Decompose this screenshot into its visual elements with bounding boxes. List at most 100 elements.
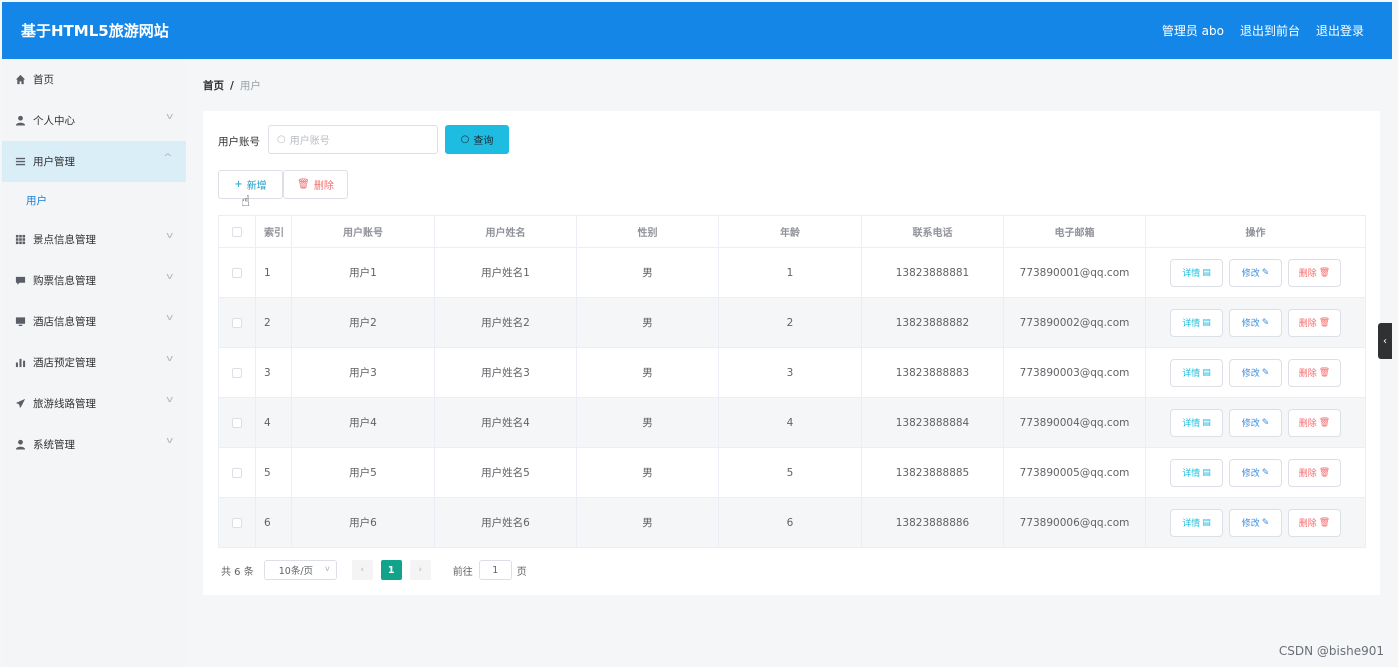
admin-user-label[interactable]: 管理员 abo — [1162, 22, 1224, 39]
row-delete-button[interactable]: 删除 🗑 — [1288, 408, 1341, 437]
sidebar-subitem-users[interactable]: 用户 — [2, 183, 186, 217]
page-number-current[interactable]: 1 — [380, 560, 402, 580]
detail-button[interactable]: 详情 ▤ — [1170, 458, 1223, 487]
cell-name: 用户姓名2 — [434, 298, 576, 347]
chevron-down-icon: v — [165, 436, 173, 446]
edit-button[interactable]: 修改 ✎ — [1229, 258, 1282, 287]
breadcrumb-home[interactable]: 首页 — [203, 80, 224, 92]
cell-index: 1 — [255, 248, 291, 297]
cell-index: 4 — [255, 398, 291, 447]
pencil-icon: ✎ — [1261, 517, 1270, 528]
row-checkbox-cell[interactable] — [218, 298, 255, 347]
cell-age: 1 — [718, 248, 861, 297]
select-all-checkbox-cell[interactable] — [218, 216, 255, 247]
row-delete-button[interactable]: 删除 🗑 — [1288, 358, 1341, 387]
detail-button[interactable]: 详情 ▤ — [1170, 358, 1223, 387]
table-header-row: 索引 用户账号 用户姓名 性别 年龄 联系电话 电子邮箱 操作 — [218, 215, 1366, 248]
cell-account: 用户6 — [291, 498, 434, 547]
sidebar-item-label: 购票信息管理 — [33, 275, 96, 287]
edit-button[interactable]: 修改 ✎ — [1229, 358, 1282, 387]
edit-button[interactable]: 修改 ✎ — [1229, 308, 1282, 337]
sidebar-item-system[interactable]: 系统管理 v — [2, 424, 186, 465]
sidebar-item-user-management[interactable]: 用户管理 ^ — [2, 141, 186, 182]
sidebar-item-tickets[interactable]: 购票信息管理 v — [2, 260, 186, 301]
goto-page-input[interactable]: 1 — [478, 560, 512, 580]
cell-index: 3 — [255, 348, 291, 397]
row-checkbox[interactable] — [232, 267, 242, 278]
add-button[interactable]: + 新增 — [218, 170, 283, 199]
breadcrumb-separator: / — [230, 80, 234, 92]
select-all-checkbox[interactable] — [232, 226, 242, 237]
row-checkbox-cell[interactable] — [218, 348, 255, 397]
prev-page-button[interactable]: ‹ — [351, 560, 373, 580]
trash-icon: 🗑 — [1318, 317, 1331, 328]
sidebar-item-bookings[interactable]: 酒店预定管理 v — [2, 342, 186, 383]
delete-button[interactable]: 🗑 删除 — [283, 170, 348, 199]
detail-button[interactable]: 详情 ▤ — [1170, 408, 1223, 437]
row-checkbox-cell[interactable] — [218, 498, 255, 547]
content-panel: 用户账号 ○ 用户账号 ○ 查询 + 新增 🗑 删除 ☝ 索引 用户账号 用户姓… — [203, 111, 1380, 595]
cell-actions: 详情 ▤ 修改 ✎ 删除 🗑 — [1145, 498, 1366, 547]
row-delete-button[interactable]: 删除 🗑 — [1288, 308, 1341, 337]
row-delete-button[interactable]: 删除 🗑 — [1288, 458, 1341, 487]
detail-button[interactable]: 详情 ▤ — [1170, 508, 1223, 537]
logout-link[interactable]: 退出登录 — [1316, 22, 1364, 39]
cell-email: 773890003@qq.com — [1003, 348, 1145, 397]
trash-icon: 🗑 — [1318, 417, 1331, 428]
next-page-button[interactable]: › — [409, 560, 431, 580]
column-header: 性别 — [576, 216, 718, 247]
row-checkbox-cell[interactable] — [218, 448, 255, 497]
sidebar-item-hotels[interactable]: 酒店信息管理 v — [2, 301, 186, 342]
sidebar-item-home[interactable]: 首页 — [2, 59, 186, 100]
cell-email: 773890004@qq.com — [1003, 398, 1145, 447]
table-row: 3 用户3 用户姓名3 男 3 13823888883 773890003@qq… — [218, 348, 1366, 398]
sidebar-item-routes[interactable]: 旅游线路管理 v — [2, 383, 186, 424]
cell-email: 773890006@qq.com — [1003, 498, 1145, 547]
row-checkbox-cell[interactable] — [218, 398, 255, 447]
cell-account: 用户5 — [291, 448, 434, 497]
collapse-toggle-button[interactable]: ‹ — [1378, 323, 1392, 359]
sidebar-item-scenic[interactable]: 景点信息管理 v — [2, 219, 186, 260]
row-checkbox[interactable] — [232, 517, 242, 528]
row-checkbox[interactable] — [232, 467, 242, 478]
cell-account: 用户3 — [291, 348, 434, 397]
page-size-select[interactable]: 10条/页 v — [263, 560, 337, 580]
sidebar: 首页 个人中心 v 用户管理 ^ 用户 景点信息管理 v 购票信息管理 v 酒店… — [2, 59, 186, 667]
sidebar-item-label: 个人中心 — [33, 115, 75, 127]
edit-button[interactable]: 修改 ✎ — [1229, 408, 1282, 437]
plus-icon: + — [234, 179, 243, 190]
hand-cursor-icon: ☝ — [241, 192, 251, 210]
row-checkbox[interactable] — [232, 417, 242, 428]
row-delete-button-label: 删除 — [1298, 319, 1317, 329]
row-delete-button[interactable]: 删除 🗑 — [1288, 508, 1341, 537]
sidebar-item-label: 首页 — [33, 74, 54, 86]
search-input[interactable]: ○ 用户账号 — [268, 125, 438, 154]
users-table: 索引 用户账号 用户姓名 性别 年龄 联系电话 电子邮箱 操作 1 用户1 用户… — [218, 215, 1366, 548]
back-to-frontend-link[interactable]: 退出到前台 — [1240, 22, 1300, 39]
document-icon: ▤ — [1202, 267, 1211, 278]
edit-button[interactable]: 修改 ✎ — [1229, 508, 1282, 537]
row-checkbox-cell[interactable] — [218, 248, 255, 297]
query-button[interactable]: ○ 查询 — [445, 125, 509, 154]
cell-email: 773890001@qq.com — [1003, 248, 1145, 297]
table-row: 6 用户6 用户姓名6 男 6 13823888886 773890006@qq… — [218, 498, 1366, 548]
page-size-value: 10条/页 — [278, 566, 314, 577]
cell-age: 4 — [718, 398, 861, 447]
detail-button-label: 详情 — [1182, 319, 1201, 329]
user-icon — [14, 115, 26, 126]
goto-label: 前往 — [452, 566, 473, 578]
row-checkbox[interactable] — [232, 367, 242, 378]
detail-button-label: 详情 — [1182, 369, 1201, 379]
trash-icon: 🗑 — [1318, 267, 1331, 278]
table-row: 5 用户5 用户姓名5 男 5 13823888885 773890005@qq… — [218, 448, 1366, 498]
search-icon: ○ — [460, 134, 470, 145]
row-checkbox[interactable] — [232, 317, 242, 328]
sidebar-item-profile[interactable]: 个人中心 v — [2, 100, 186, 141]
cell-name: 用户姓名5 — [434, 448, 576, 497]
edit-button[interactable]: 修改 ✎ — [1229, 458, 1282, 487]
detail-button[interactable]: 详情 ▤ — [1170, 308, 1223, 337]
row-delete-button[interactable]: 删除 🗑 — [1288, 258, 1341, 287]
monitor-icon — [14, 316, 26, 327]
detail-button[interactable]: 详情 ▤ — [1170, 258, 1223, 287]
cell-account: 用户2 — [291, 298, 434, 347]
